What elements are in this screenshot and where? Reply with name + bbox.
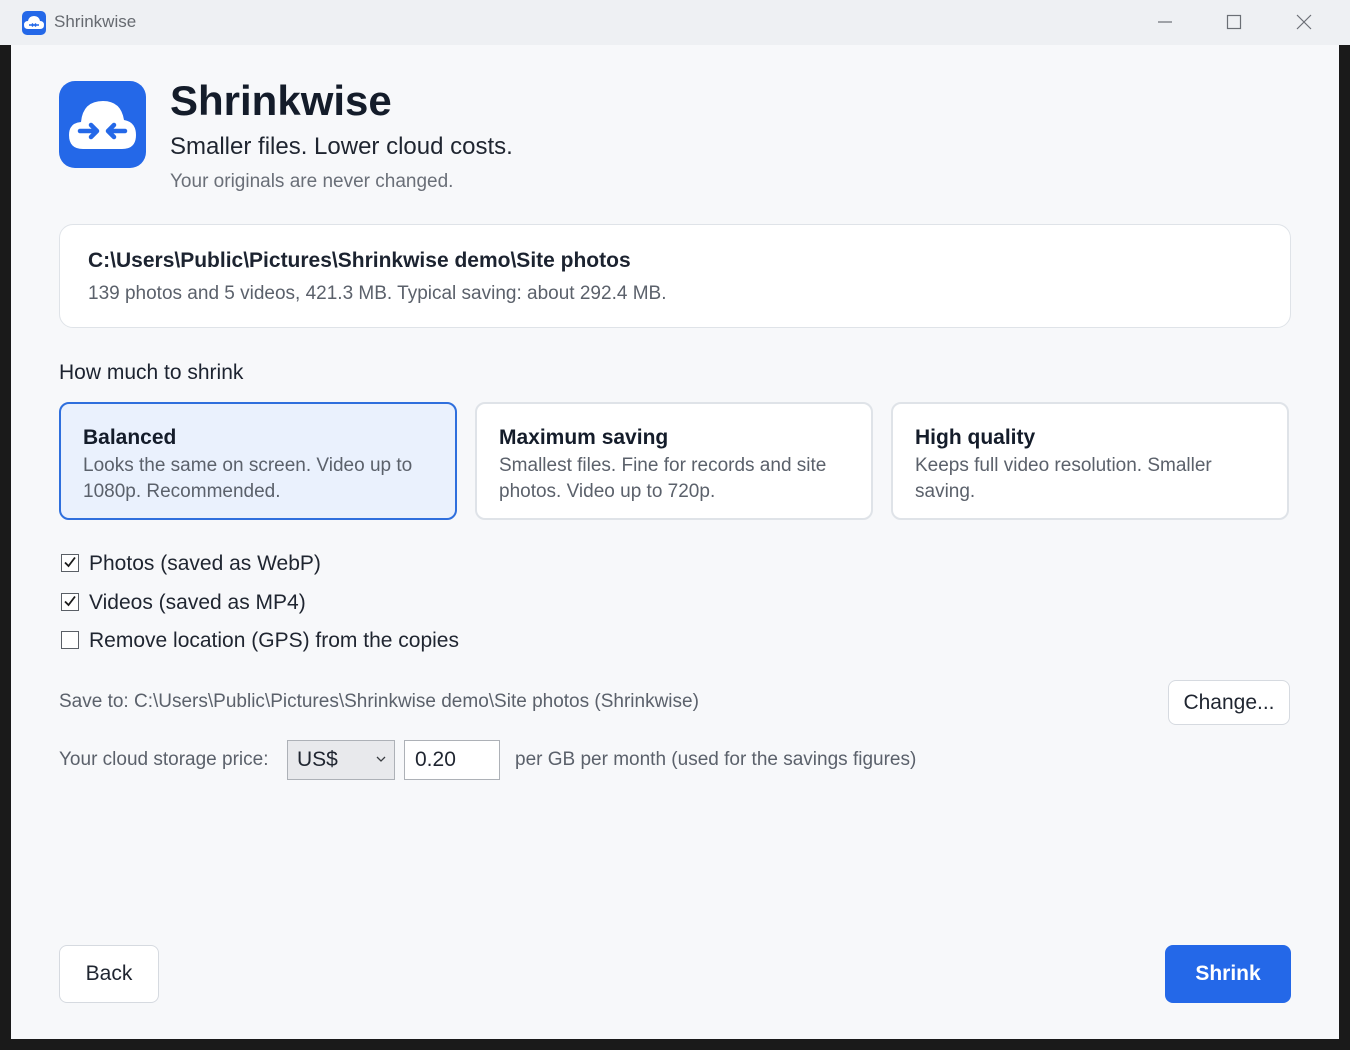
back-button[interactable]: Back — [59, 945, 159, 1003]
preset-title: Balanced — [83, 426, 177, 449]
storage-price-label: Your cloud storage price: — [59, 749, 269, 770]
folder-path: C:\Users\Public\Pictures\Shrinkwise demo… — [88, 249, 631, 272]
preset-description: Keeps full video resolution. Smaller sav… — [915, 455, 1212, 502]
maximize-button[interactable] — [1199, 0, 1269, 45]
app-small-icon — [22, 11, 46, 35]
folder-stats: 139 photos and 5 videos, 421.3 MB. Typic… — [88, 283, 667, 304]
minimize-button[interactable] — [1130, 0, 1200, 45]
tagline: Smaller files. Lower cloud costs. — [170, 133, 513, 160]
option-label: Remove location (GPS) from the copies — [89, 629, 459, 652]
maximize-icon — [1226, 14, 1242, 30]
change-location-button[interactable]: Change... — [1168, 680, 1290, 725]
price-value: 0.20 — [415, 748, 456, 771]
minimize-icon — [1158, 21, 1172, 23]
checkmark-icon — [64, 556, 76, 568]
preset-high-quality[interactable]: High quality Keeps full video resolution… — [891, 402, 1289, 520]
window-title: Shrinkwise — [54, 12, 137, 31]
preset-description: Smallest files. Fine for records and sit… — [499, 455, 827, 502]
title-bar: Shrinkwise — [0, 0, 1350, 45]
currency-select[interactable]: US$ — [287, 740, 395, 780]
price-input[interactable]: 0.20 — [404, 740, 500, 780]
option-label: Videos (saved as MP4) — [89, 591, 306, 614]
app-logo — [59, 81, 146, 168]
subline: Your originals are never changed. — [170, 171, 454, 192]
price-suffix: per GB per month (used for the savings f… — [515, 749, 917, 770]
remove-gps-checkbox[interactable] — [61, 631, 79, 649]
option-label: Photos (saved as WebP) — [89, 552, 321, 575]
preset-description: Looks the same on screen. Video up to 10… — [83, 455, 413, 502]
cloud-arrows-icon — [69, 101, 136, 149]
shrink-level-label: How much to shrink — [59, 361, 244, 384]
preset-title: Maximum saving — [499, 426, 669, 449]
chevron-down-icon — [376, 756, 386, 762]
preset-maximum-saving[interactable]: Maximum saving Smallest files. Fine for … — [475, 402, 873, 520]
checkmark-icon — [64, 595, 76, 607]
close-icon — [1296, 14, 1312, 30]
close-button[interactable] — [1269, 0, 1339, 45]
preset-title: High quality — [915, 426, 1036, 449]
shrink-button[interactable]: Shrink — [1165, 945, 1291, 1003]
main-content: Shrinkwise Smaller files. Lower cloud co… — [11, 45, 1339, 1039]
currency-value: US$ — [297, 748, 338, 771]
videos-checkbox[interactable] — [61, 593, 79, 611]
source-folder-card: C:\Users\Public\Pictures\Shrinkwise demo… — [59, 224, 1291, 328]
preset-balanced[interactable]: Balanced Looks the same on screen. Video… — [59, 402, 457, 520]
app-name-heading: Shrinkwise — [170, 77, 392, 124]
save-location-text: Save to: C:\Users\Public\Pictures\Shrink… — [59, 691, 699, 712]
photos-checkbox[interactable] — [61, 554, 79, 572]
